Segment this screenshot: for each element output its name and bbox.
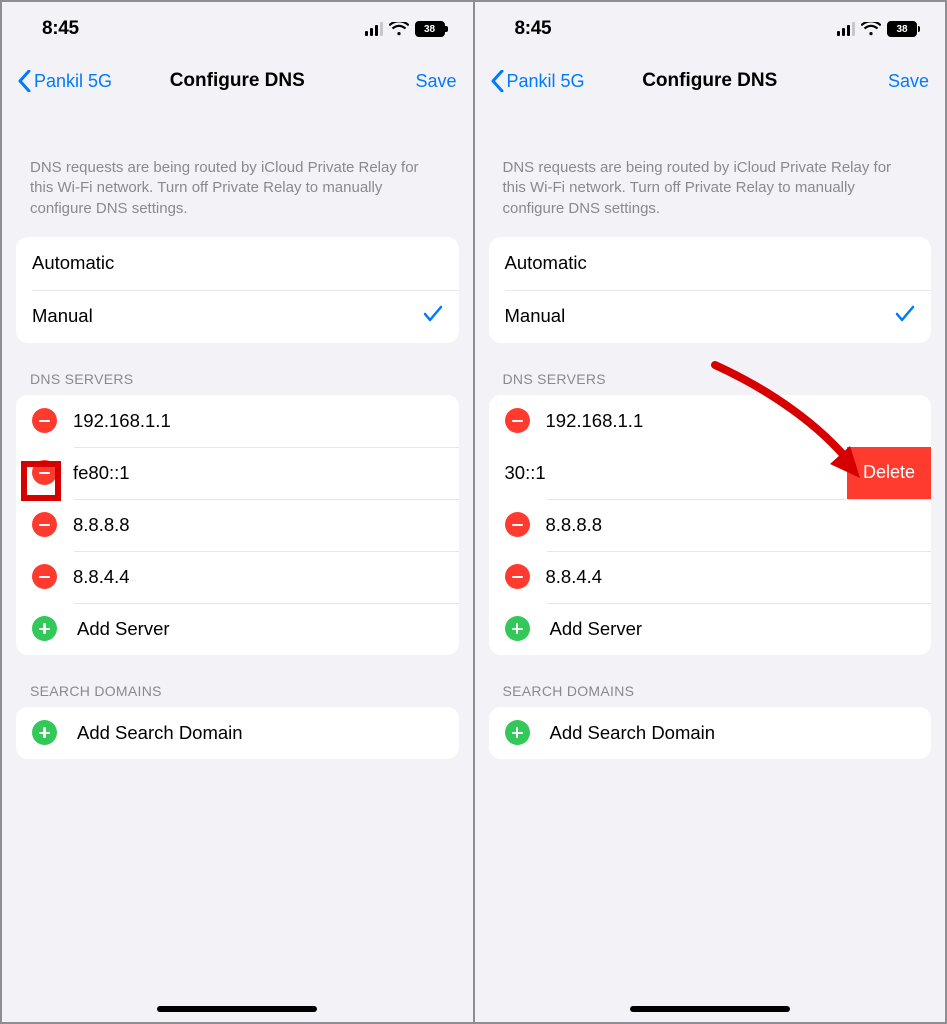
wifi-icon: [861, 22, 881, 36]
mode-manual-label: Manual: [32, 305, 93, 327]
chevron-left-icon: [491, 70, 504, 92]
add-search-domain-label: Add Search Domain: [77, 722, 243, 744]
search-domains-group: Add Search Domain: [489, 707, 932, 759]
dns-server-row[interactable]: 192.168.1.1: [16, 395, 459, 447]
mode-manual-row[interactable]: Manual: [489, 290, 932, 343]
mode-manual-row[interactable]: Manual: [16, 290, 459, 343]
search-domains-group: Add Search Domain: [16, 707, 459, 759]
add-search-domain-row[interactable]: Add Search Domain: [489, 707, 932, 759]
info-text: DNS requests are being routed by iCloud …: [2, 106, 473, 237]
dns-server-value: 8.8.4.4: [546, 566, 603, 588]
two-screenshot-container: 8:45 38 Pankil 5G Configure DNS Save DNS…: [0, 0, 947, 1024]
add-server-label: Add Server: [550, 618, 643, 640]
home-indicator[interactable]: [157, 1006, 317, 1012]
save-button[interactable]: Save: [888, 71, 929, 92]
back-button[interactable]: Pankil 5G: [491, 70, 585, 92]
add-icon[interactable]: [32, 616, 57, 641]
battery-icon: 38: [415, 21, 445, 37]
battery-percentage: 38: [896, 24, 907, 35]
mode-automatic-row[interactable]: Automatic: [489, 237, 932, 290]
remove-icon[interactable]: [32, 512, 57, 537]
remove-icon[interactable]: [32, 460, 57, 485]
status-time: 8:45: [42, 18, 79, 40]
dns-servers-group: 192.168.1.1 30::1 Delete 8.8.8.8 8.8.4.4: [489, 395, 932, 655]
nav-header: Pankil 5G Configure DNS Save: [475, 56, 946, 106]
mode-automatic-label: Automatic: [32, 252, 114, 274]
dns-server-value: fe80::1: [73, 462, 130, 484]
status-bar: 8:45 38: [2, 2, 473, 56]
remove-icon[interactable]: [505, 512, 530, 537]
dns-server-value: 192.168.1.1: [73, 410, 171, 432]
add-icon[interactable]: [32, 720, 57, 745]
dns-server-row[interactable]: 8.8.8.8: [489, 499, 932, 551]
dns-server-value: 30::1: [505, 462, 546, 484]
dns-server-row[interactable]: fe80::1: [16, 447, 459, 499]
add-server-row[interactable]: Add Server: [16, 603, 459, 655]
save-button[interactable]: Save: [415, 71, 456, 92]
dns-server-value: 8.8.4.4: [73, 566, 130, 588]
dns-servers-header: DNS SERVERS: [2, 371, 473, 395]
battery-percentage: 38: [424, 24, 435, 35]
mode-group: Automatic Manual: [16, 237, 459, 343]
cellular-signal-icon: [365, 22, 383, 36]
info-text: DNS requests are being routed by iCloud …: [475, 106, 946, 237]
dns-server-value: 8.8.8.8: [73, 514, 130, 536]
search-domains-header: SEARCH DOMAINS: [2, 683, 473, 707]
back-button[interactable]: Pankil 5G: [18, 70, 112, 92]
dns-servers-header: DNS SERVERS: [475, 371, 946, 395]
battery-icon: 38: [887, 21, 917, 37]
delete-button[interactable]: Delete: [847, 447, 931, 499]
mode-group: Automatic Manual: [489, 237, 932, 343]
add-search-domain-label: Add Search Domain: [550, 722, 716, 744]
mode-automatic-row[interactable]: Automatic: [16, 237, 459, 290]
chevron-left-icon: [18, 70, 31, 92]
checkmark-icon: [895, 305, 915, 328]
dns-server-value: 192.168.1.1: [546, 410, 644, 432]
search-domains-header: SEARCH DOMAINS: [475, 683, 946, 707]
checkmark-icon: [423, 305, 443, 328]
dns-server-row-swiped[interactable]: 30::1 Delete: [489, 447, 932, 499]
add-server-row[interactable]: Add Server: [489, 603, 932, 655]
delete-label: Delete: [863, 462, 915, 483]
dns-servers-group: 192.168.1.1 fe80::1 8.8.8.8 8.8.4.4 Add …: [16, 395, 459, 655]
back-label: Pankil 5G: [34, 71, 112, 92]
wifi-icon: [389, 22, 409, 36]
remove-icon[interactable]: [32, 408, 57, 433]
phone-right: 8:45 38 Pankil 5G Configure DNS Save DNS…: [475, 2, 946, 1022]
dns-server-row[interactable]: 192.168.1.1: [489, 395, 932, 447]
mode-manual-label: Manual: [505, 305, 566, 327]
nav-header: Pankil 5G Configure DNS Save: [2, 56, 473, 106]
add-icon[interactable]: [505, 720, 530, 745]
cellular-signal-icon: [837, 22, 855, 36]
mode-automatic-label: Automatic: [505, 252, 587, 274]
dns-server-row[interactable]: 8.8.8.8: [16, 499, 459, 551]
back-label: Pankil 5G: [507, 71, 585, 92]
remove-icon[interactable]: [505, 564, 530, 589]
dns-server-row[interactable]: 8.8.4.4: [489, 551, 932, 603]
phone-left: 8:45 38 Pankil 5G Configure DNS Save DNS…: [2, 2, 473, 1022]
add-server-label: Add Server: [77, 618, 170, 640]
status-time: 8:45: [515, 18, 552, 40]
status-right: 38: [837, 21, 917, 37]
dns-server-row[interactable]: 8.8.4.4: [16, 551, 459, 603]
add-search-domain-row[interactable]: Add Search Domain: [16, 707, 459, 759]
remove-icon[interactable]: [505, 408, 530, 433]
home-indicator[interactable]: [630, 1006, 790, 1012]
status-bar: 8:45 38: [475, 2, 946, 56]
remove-icon[interactable]: [32, 564, 57, 589]
dns-server-value: 8.8.8.8: [546, 514, 603, 536]
status-right: 38: [365, 21, 445, 37]
add-icon[interactable]: [505, 616, 530, 641]
